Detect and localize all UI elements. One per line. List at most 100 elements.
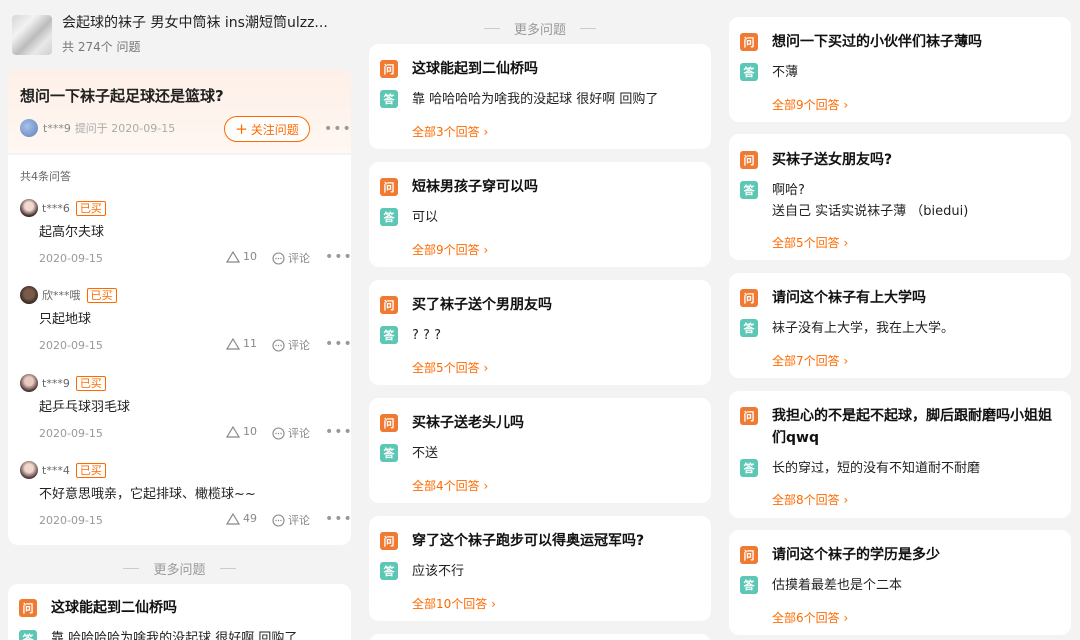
comment-icon [272, 251, 285, 265]
qa-card[interactable]: 问 买袜子送老头儿吗 答 不送 全部4个回答 › [369, 398, 711, 503]
qa-card[interactable]: 问 这球能起到二仙桥吗 答 靠 哈哈哈哈为啥我的没起球 很好啊 回购了 全部3个… [369, 44, 711, 149]
like-icon [226, 512, 240, 525]
comment-icon [272, 338, 285, 352]
answer-tag-icon: 答 [19, 630, 37, 640]
answer-date: 2020-09-15 [39, 427, 103, 440]
answer-count: 共4条问答 [20, 170, 71, 183]
answer-text: 不好意思哦亲，它起排球、橄榄球~~ [39, 487, 256, 502]
qa-card[interactable]: 问 短袜男孩子穿可以吗 答 可以 全部9个回答 › [369, 162, 711, 267]
all-answers-link[interactable]: 全部3个回答 › [412, 123, 488, 140]
like-count: 10 [243, 425, 257, 438]
qa-card[interactable]: 问 买袜子送女朋友吗? 答 啊哈? 送自己 实话实说袜子薄 （biedui) 全… [729, 134, 1071, 260]
question-tag-icon: 问 [740, 407, 758, 425]
follow-question-button[interactable]: + 关注问题 [224, 116, 310, 142]
qa-card[interactable]: 问 我担心的不是起不起球，脚后跟耐磨吗小姐姐们qwq 答 长的穿过，短的没有不知… [729, 391, 1071, 518]
asker-name: t***9 [43, 121, 71, 135]
answer-tag-icon: 答 [740, 576, 758, 594]
answer-tag-icon: 答 [380, 326, 398, 344]
qa-answer: 不送 [412, 446, 439, 461]
qa-question: 买了袜子送个男朋友吗 [412, 297, 552, 313]
qa-card[interactable]: 问 这球能起到二仙桥吗 答 靠 哈哈哈哈为啥我的没起球 很好啊 回购了 [8, 584, 351, 640]
purchased-badge: 已买 [75, 462, 106, 478]
plus-icon: + [235, 120, 248, 138]
all-answers-link[interactable]: 全部10个回答 › [412, 595, 496, 612]
all-answers-link[interactable]: 全部9个回答 › [412, 241, 488, 258]
all-answers-link[interactable]: 全部4个回答 › [412, 477, 488, 494]
answer-tag-icon: 答 [380, 444, 398, 462]
qa-card[interactable]: 问 穿了这个袜子跑步可以得奥运冠军吗? 答 应该不行 全部10个回答 › [369, 516, 711, 621]
question-title: 想问一下袜子起足球还是篮球? [20, 87, 224, 105]
question-detail-column: 会起球的袜子 男女中筒袜 ins潮短筒ulzz... 共 274个 问题 想问一… [8, 0, 351, 640]
qa-answer: 应该不行 [412, 564, 465, 579]
question-tag-icon: 问 [740, 33, 758, 51]
answer-date: 2020-09-15 [39, 514, 103, 527]
comment-label: 评论 [288, 514, 310, 527]
more-options-icon[interactable]: ••• [324, 121, 351, 137]
comment-label: 评论 [288, 339, 310, 352]
more-options-icon[interactable]: ••• [325, 336, 351, 352]
qa-card[interactable] [369, 634, 711, 640]
question-card: 想问一下袜子起足球还是篮球? t***9 提问于 2020-09-15 + 关注… [8, 69, 351, 153]
qa-card[interactable]: 问 请问这个袜子的学历是多少 答 估摸着最差也是个二本 全部6个回答 › [729, 530, 1071, 635]
qa-card[interactable]: 问 请问这个袜子有上大学吗 答 袜子没有上大学，我在上大学。 全部7个回答 › [729, 273, 1071, 378]
question-tag-icon: 问 [19, 599, 37, 617]
answerer-name: t***4 [42, 463, 70, 477]
product-header[interactable]: 会起球的袜子 男女中筒袜 ins潮短筒ulzz... 共 274个 问题 [8, 0, 351, 70]
like-button[interactable]: 49 [226, 512, 257, 525]
answer-tag-icon: 答 [740, 181, 758, 199]
qa-card[interactable]: 问 买了袜子送个男朋友吗 答 ? ? ? 全部5个回答 › [369, 280, 711, 385]
qa-answer: 不薄 [772, 65, 799, 80]
qa-question: 这球能起到二仙桥吗 [51, 600, 177, 616]
qa-answer: 可以 [412, 210, 439, 225]
question-tag-icon: 问 [380, 296, 398, 314]
comment-button[interactable]: 评论 [272, 425, 310, 441]
qa-answer: 估摸着最差也是个二本 [772, 578, 903, 593]
comment-button[interactable]: 评论 [272, 250, 310, 266]
all-answers-link[interactable]: 全部5个回答 › [772, 234, 848, 251]
qa-answer: 长的穿过，短的没有不知道耐不耐磨 [772, 461, 981, 476]
answer-tag-icon: 答 [380, 562, 398, 580]
question-tag-icon: 问 [740, 151, 758, 169]
answerer-name: t***6 [42, 201, 70, 215]
qa-card[interactable]: 问 想问一下买过的小伙伴们袜子薄吗 答 不薄 全部9个回答 › [729, 17, 1071, 122]
qa-answer: 袜子没有上大学，我在上大学。 [772, 321, 955, 336]
all-answers-link[interactable]: 全部8个回答 › [772, 491, 848, 508]
avatar [20, 286, 38, 304]
comment-icon [272, 426, 285, 440]
comment-label: 评论 [288, 252, 310, 265]
answerer-name: 欣***哦 [42, 289, 81, 302]
product-title: 会起球的袜子 男女中筒袜 ins潮短筒ulzz... [62, 15, 328, 31]
like-icon [226, 425, 240, 438]
more-options-icon[interactable]: ••• [325, 249, 351, 265]
more-questions-column-right: 问 想问一下买过的小伙伴们袜子薄吗 答 不薄 全部9个回答 › 问 买袜子送女朋… [729, 0, 1071, 640]
avatar [20, 461, 38, 479]
question-meta: t***9 提问于 2020-09-15 [20, 119, 175, 137]
qa-question: 想问一下买过的小伙伴们袜子薄吗 [772, 34, 982, 50]
all-answers-link[interactable]: 全部7个回答 › [772, 352, 848, 369]
question-tag-icon: 问 [740, 289, 758, 307]
qa-question: 买袜子送老头儿吗 [412, 415, 524, 431]
answer-item: t***9 已买 起乒乓球羽毛球 2020-09-15 10 评论 ••• [8, 374, 351, 460]
all-answers-link[interactable]: 全部9个回答 › [772, 96, 848, 113]
more-questions-divider: 更多问题 [8, 558, 351, 578]
question-tag-icon: 问 [380, 414, 398, 432]
more-options-icon[interactable]: ••• [325, 511, 351, 527]
all-answers-link[interactable]: 全部6个回答 › [772, 609, 848, 626]
qa-question: 请问这个袜子有上大学吗 [772, 290, 926, 306]
all-answers-link[interactable]: 全部5个回答 › [412, 359, 488, 376]
like-button[interactable]: 11 [226, 337, 257, 350]
comment-label: 评论 [288, 427, 310, 440]
answer-item: t***6 已买 起高尔夫球 2020-09-15 10 评论 ••• [8, 199, 351, 285]
comment-button[interactable]: 评论 [272, 337, 310, 353]
more-options-icon[interactable]: ••• [325, 424, 351, 440]
comment-button[interactable]: 评论 [272, 512, 310, 528]
answer-tag-icon: 答 [740, 319, 758, 337]
purchased-badge: 已买 [75, 375, 106, 391]
avatar [20, 119, 38, 137]
answer-text: 起乒乓球羽毛球 [39, 400, 131, 415]
like-button[interactable]: 10 [226, 250, 257, 263]
qa-question: 穿了这个袜子跑步可以得奥运冠军吗? [412, 533, 645, 549]
question-count: 共 274个 问题 [62, 40, 141, 54]
like-count: 49 [243, 512, 257, 525]
like-button[interactable]: 10 [226, 425, 257, 438]
